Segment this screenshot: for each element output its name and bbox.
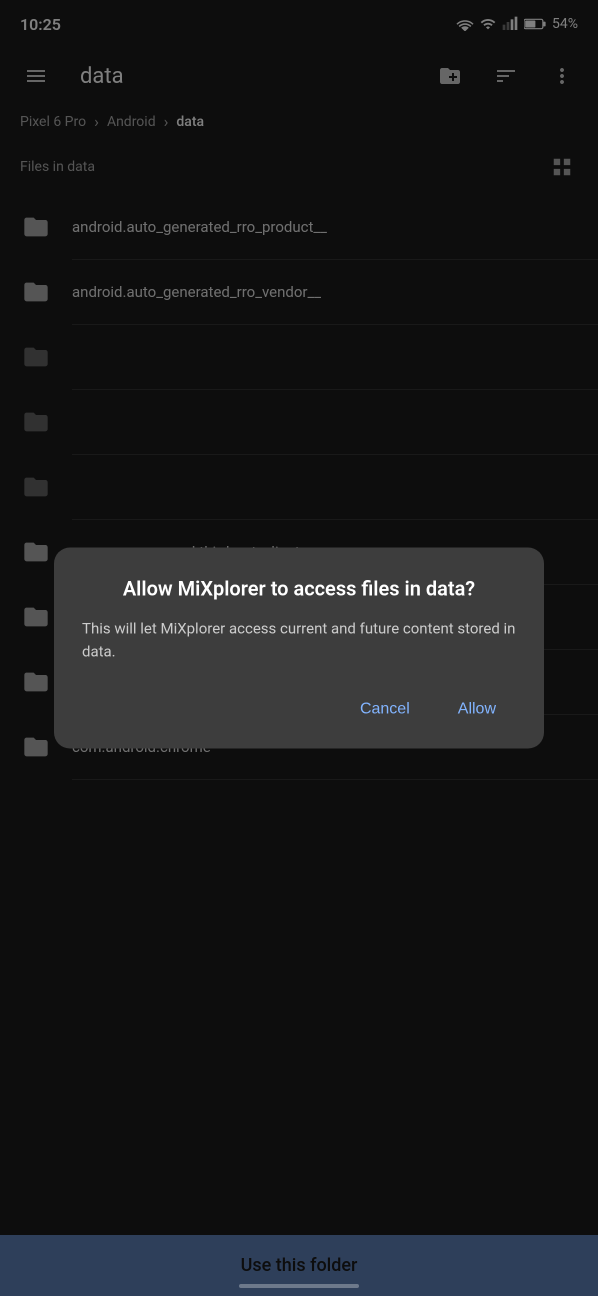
cancel-button[interactable]: Cancel <box>340 691 430 729</box>
dialog-title: Allow MiXplorer to access files in data? <box>82 576 516 602</box>
dialog-buttons: Cancel Allow <box>82 691 516 729</box>
permission-dialog: Allow MiXplorer to access files in data?… <box>54 548 544 749</box>
dialog-message: This will let MiXplorer access current a… <box>82 618 516 663</box>
allow-button[interactable]: Allow <box>438 691 516 729</box>
home-indicator <box>239 1284 359 1288</box>
